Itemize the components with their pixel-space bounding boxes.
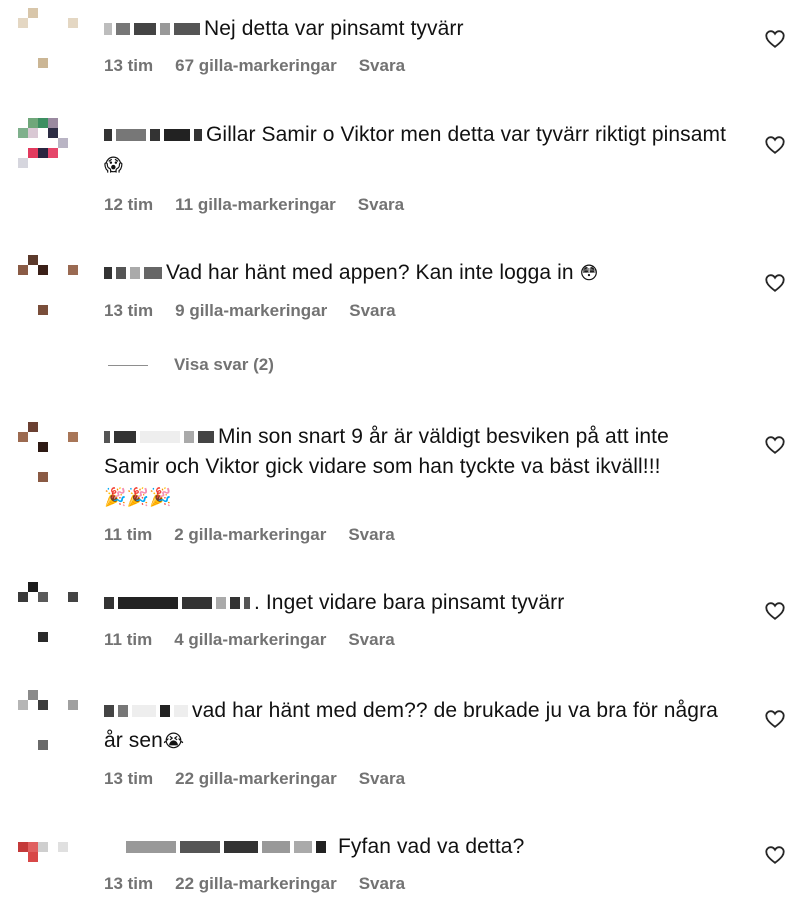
comment-body: . Inget vidare bara pinsamt tyvärr bbox=[254, 591, 565, 614]
reply-button[interactable]: Svara bbox=[359, 769, 405, 789]
avatar[interactable] bbox=[18, 118, 78, 178]
avatar[interactable] bbox=[18, 842, 78, 902]
reply-button[interactable]: Svara bbox=[359, 56, 405, 76]
avatar[interactable] bbox=[18, 8, 78, 68]
emoji: 😳 bbox=[579, 263, 599, 284]
heart-outline-icon[interactable] bbox=[764, 134, 786, 156]
comment-text: vad har hänt med dem?? de brukade ju va … bbox=[104, 696, 730, 757]
likes-count-link[interactable]: 22 gilla-markeringar bbox=[175, 769, 337, 789]
heart-outline-icon[interactable] bbox=[764, 434, 786, 456]
reply-button[interactable]: Svara bbox=[359, 874, 405, 894]
comment-body: Gillar Samir o Viktor men detta var tyvä… bbox=[206, 123, 727, 146]
avatar[interactable] bbox=[18, 690, 78, 750]
comment-body: Vad har hänt med appen? Kan inte logga i… bbox=[166, 261, 574, 284]
comment-text: Gillar Samir o Viktor men detta var tyvä… bbox=[104, 120, 730, 181]
emoji: 😭 bbox=[162, 731, 185, 752]
comment-text: Min son snart 9 år är väldigt besviken p… bbox=[104, 422, 730, 513]
comment-time: 12 tim bbox=[104, 195, 154, 214]
comment-text: Vad har hänt med appen? Kan inte logga i… bbox=[104, 258, 730, 289]
view-replies-button[interactable]: Visa svar (2) bbox=[108, 355, 274, 375]
divider bbox=[108, 364, 148, 366]
comment-text: Fyfan vad va detta? bbox=[104, 832, 730, 862]
likes-count-link[interactable]: 22 gilla-markeringar bbox=[175, 874, 337, 894]
comment-time: 13 tim bbox=[104, 56, 154, 75]
reply-button[interactable]: Svara bbox=[358, 195, 404, 215]
heart-outline-icon[interactable] bbox=[764, 272, 786, 294]
emoji: 😱 bbox=[104, 155, 123, 176]
reply-button[interactable]: Svara bbox=[349, 301, 395, 321]
avatar[interactable] bbox=[18, 582, 78, 642]
reply-button[interactable]: Svara bbox=[348, 630, 394, 650]
likes-count-link[interactable]: 4 gilla-markeringar bbox=[174, 630, 326, 650]
likes-count-link[interactable]: 11 gilla-markeringar bbox=[175, 195, 336, 215]
comment-time: 13 tim bbox=[104, 301, 154, 320]
comment-time: 11 tim bbox=[104, 630, 153, 649]
comment-body: Fyfan vad va detta? bbox=[338, 835, 525, 858]
likes-count-link[interactable]: 9 gilla-markeringar bbox=[175, 301, 327, 321]
likes-count-link[interactable]: 67 gilla-markeringar bbox=[175, 56, 337, 76]
comment-body: Nej detta var pinsamt tyvärr bbox=[204, 17, 464, 40]
heart-outline-icon[interactable] bbox=[764, 28, 786, 50]
comment-time: 11 tim bbox=[104, 525, 153, 544]
heart-outline-icon[interactable] bbox=[764, 600, 786, 622]
heart-outline-icon[interactable] bbox=[764, 708, 786, 730]
avatar[interactable] bbox=[18, 422, 78, 482]
comment-text: . Inget vidare bara pinsamt tyvärr bbox=[104, 588, 730, 618]
view-replies-label: Visa svar (2) bbox=[174, 355, 274, 374]
comment-body: vad har hänt med dem?? de brukade ju va … bbox=[104, 699, 718, 752]
comment-time: 13 tim bbox=[104, 874, 154, 893]
comment-time: 13 tim bbox=[104, 769, 154, 788]
reply-button[interactable]: Svara bbox=[348, 525, 394, 545]
emoji: 🎉🎉🎉 bbox=[104, 487, 172, 508]
heart-outline-icon[interactable] bbox=[764, 844, 786, 866]
comment-text: Nej detta var pinsamt tyvärr bbox=[104, 14, 730, 44]
likes-count-link[interactable]: 2 gilla-markeringar bbox=[174, 525, 326, 545]
avatar[interactable] bbox=[18, 255, 78, 315]
